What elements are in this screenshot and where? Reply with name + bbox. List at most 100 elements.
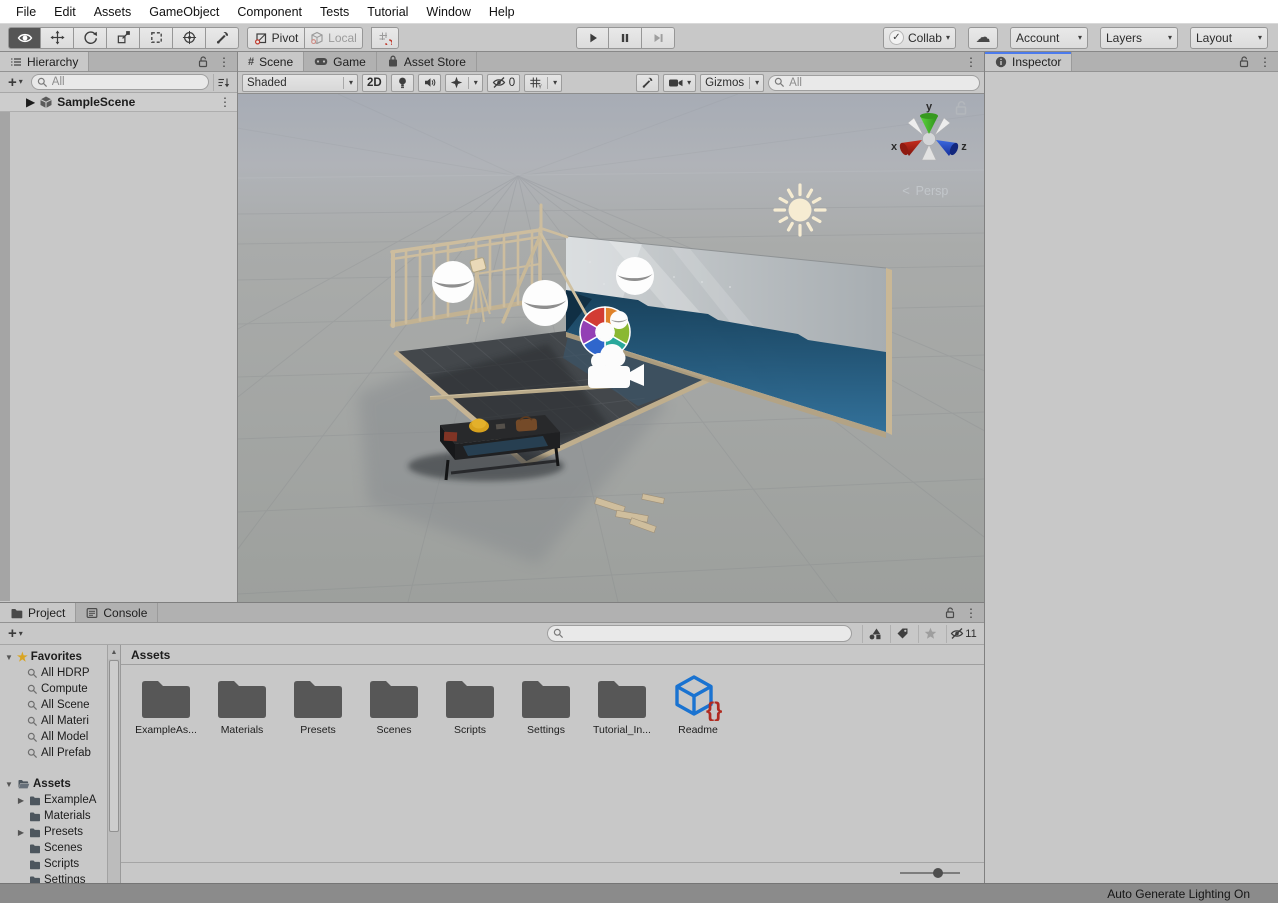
inspector-menu-icon[interactable]: ⋮: [1259, 56, 1271, 68]
hierarchy-menu-icon[interactable]: ⋮: [218, 56, 230, 68]
favorites-header[interactable]: ▼ ★ Favorites: [0, 649, 120, 665]
scene-viewport[interactable]: y x z < Persp: [238, 94, 984, 602]
menu-window[interactable]: Window: [417, 5, 479, 19]
menu-component[interactable]: Component: [228, 5, 311, 19]
tab-asset-store[interactable]: Asset Store: [377, 52, 477, 71]
zoom-slider-knob[interactable]: [933, 868, 943, 878]
hierarchy-body[interactable]: [0, 112, 237, 601]
2d-toggle-button[interactable]: 2D: [362, 74, 387, 92]
tab-project[interactable]: Project: [0, 603, 76, 622]
scene-visibility-button[interactable]: 0: [487, 74, 520, 92]
shading-mode-dropdown[interactable]: Shaded ▾: [242, 74, 358, 92]
scene-lighting-button[interactable]: [391, 74, 414, 92]
scene-grid-dropdown[interactable]: Y ▾: [524, 74, 562, 92]
favorite-item[interactable]: Compute: [0, 681, 120, 697]
favorite-item[interactable]: All HDRP: [0, 665, 120, 681]
favorites-expand-icon[interactable]: ▼: [4, 653, 14, 662]
asset-item-folder[interactable]: Presets: [280, 675, 356, 736]
scrollbar-up-icon[interactable]: ▲: [108, 645, 120, 659]
menu-tests[interactable]: Tests: [311, 5, 358, 19]
tab-console[interactable]: Console: [76, 603, 158, 622]
pivot-toggle-button[interactable]: Pivot: [247, 27, 305, 49]
menu-edit[interactable]: Edit: [45, 5, 85, 19]
menu-file[interactable]: File: [7, 5, 45, 19]
menu-gameobject[interactable]: GameObject: [140, 5, 228, 19]
project-create-button[interactable]: + ▾: [4, 626, 27, 641]
tree-folder-item[interactable]: ▶ Scenes: [0, 840, 120, 856]
tree-folder-item[interactable]: ▶ Presets: [0, 824, 120, 840]
persp-label[interactable]: Persp: [916, 184, 949, 198]
hierarchy-scene-row[interactable]: ▶ SampleScene ⋮: [0, 93, 237, 112]
tab-game[interactable]: Game: [304, 52, 377, 71]
asset-item-folder[interactable]: Scenes: [356, 675, 432, 736]
scene-item-menu-icon[interactable]: ⋮: [219, 96, 231, 108]
asset-item-folder[interactable]: Tutorial_In...: [584, 675, 660, 736]
rotate-tool-button[interactable]: [74, 27, 107, 49]
asset-item-folder[interactable]: Materials: [204, 675, 280, 736]
grid-snap-button[interactable]: [371, 27, 399, 49]
asset-grid[interactable]: ExampleAs... Materials Presets Scenes: [121, 665, 984, 862]
scene-effects-dropdown[interactable]: ▾: [445, 74, 483, 92]
layout-dropdown[interactable]: Layout ▾: [1190, 27, 1268, 49]
move-tool-button[interactable]: [41, 27, 74, 49]
tree-folder-item[interactable]: ▶ ExampleA: [0, 792, 120, 808]
menu-assets[interactable]: Assets: [85, 5, 141, 19]
tree-folder-item[interactable]: ▶ Materials: [0, 808, 120, 824]
search-by-label-button[interactable]: [890, 625, 914, 643]
asset-item-readme[interactable]: {} Readme: [660, 675, 736, 736]
folder-expand-icon[interactable]: ▶: [16, 828, 26, 837]
scene-search[interactable]: [768, 75, 980, 91]
favorite-item[interactable]: All Prefab: [0, 745, 120, 761]
hierarchy-search-input[interactable]: [52, 76, 203, 88]
play-button[interactable]: [576, 27, 609, 49]
scene-tab-menu-icon[interactable]: ⋮: [965, 56, 977, 68]
gizmos-dropdown[interactable]: Gizmos ▾: [700, 74, 764, 92]
cloud-button[interactable]: ☁: [968, 27, 998, 49]
asset-item-folder[interactable]: ExampleAs...: [128, 675, 204, 736]
project-search[interactable]: [547, 625, 852, 642]
asset-item-folder[interactable]: Scripts: [432, 675, 508, 736]
pause-button[interactable]: [609, 27, 642, 49]
tree-scrollbar[interactable]: ▲ ▼: [107, 645, 120, 903]
tree-folder-item[interactable]: ▶ Scripts: [0, 856, 120, 872]
account-dropdown[interactable]: Account ▾: [1010, 27, 1088, 49]
menu-tutorial[interactable]: Tutorial: [358, 5, 417, 19]
view-tool-button[interactable]: [8, 27, 41, 49]
menu-help[interactable]: Help: [480, 5, 524, 19]
transform-tool-button[interactable]: [173, 27, 206, 49]
tab-hierarchy[interactable]: Hierarchy: [0, 52, 89, 71]
assets-expand-icon[interactable]: ▼: [4, 780, 14, 789]
collab-dropdown[interactable]: ✓ Collab ▾: [883, 27, 956, 49]
assets-tree-header[interactable]: ▼ Assets: [0, 776, 120, 792]
favorite-item[interactable]: All Model: [0, 729, 120, 745]
scene-audio-button[interactable]: [418, 74, 441, 92]
tab-inspector[interactable]: Inspector: [985, 52, 1072, 71]
step-button[interactable]: [642, 27, 675, 49]
lock-icon[interactable]: [197, 55, 209, 68]
hierarchy-search[interactable]: [31, 74, 209, 90]
favorite-item[interactable]: All Scene: [0, 697, 120, 713]
thumbnail-zoom-slider[interactable]: [900, 872, 960, 874]
local-toggle-button[interactable]: Local: [305, 27, 363, 49]
project-visibility-button[interactable]: 11: [946, 625, 980, 643]
custom-tool-button[interactable]: [206, 27, 239, 49]
tab-scene[interactable]: # Scene: [238, 52, 304, 71]
layers-dropdown[interactable]: Layers ▾: [1100, 27, 1178, 49]
project-search-input[interactable]: [568, 628, 846, 640]
rect-tool-button[interactable]: [140, 27, 173, 49]
scene-tools-button[interactable]: [636, 74, 659, 92]
hierarchy-sort-button[interactable]: [213, 74, 233, 91]
favorite-item[interactable]: All Materi: [0, 713, 120, 729]
search-by-type-button[interactable]: [862, 625, 886, 643]
favorites-filter-button[interactable]: [918, 625, 942, 643]
project-menu-icon[interactable]: ⋮: [965, 607, 977, 619]
scrollbar-thumb[interactable]: [109, 660, 119, 832]
scene-search-input[interactable]: [789, 77, 974, 89]
scene-expand-icon[interactable]: ▶: [22, 94, 35, 110]
folder-expand-icon[interactable]: ▶: [16, 796, 26, 805]
project-lock-icon[interactable]: [944, 606, 956, 619]
inspector-lock-icon[interactable]: [1238, 55, 1250, 68]
asset-item-folder[interactable]: Settings: [508, 675, 584, 736]
hierarchy-create-button[interactable]: + ▾: [4, 75, 27, 90]
scale-tool-button[interactable]: [107, 27, 140, 49]
